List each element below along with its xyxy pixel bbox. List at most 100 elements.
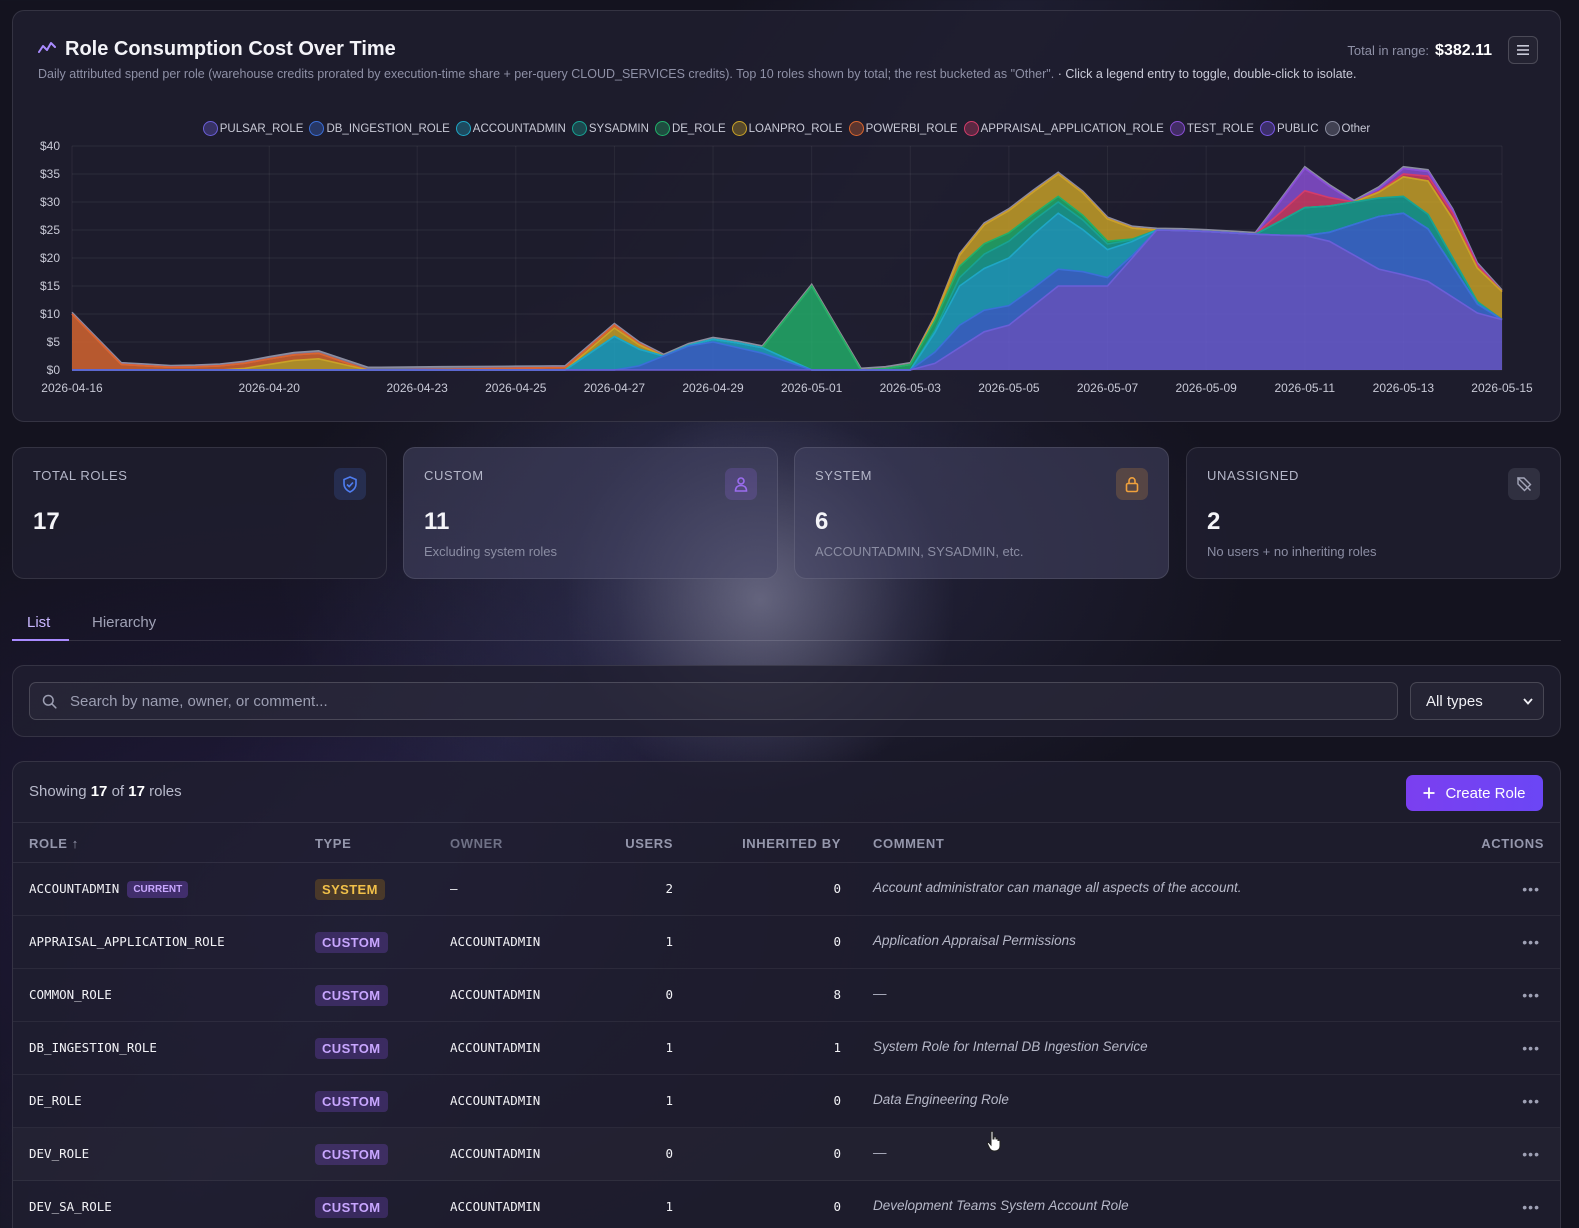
users-count: 1 <box>665 1093 673 1108</box>
legend-swatch <box>963 121 979 136</box>
stat-label: UNASSIGNED <box>1207 468 1299 483</box>
legend-swatch <box>202 121 218 136</box>
column-role[interactable]: ROLE ↑ <box>29 836 79 851</box>
lock-icon <box>1116 468 1148 500</box>
legend-swatch <box>731 121 747 136</box>
row-actions-icon[interactable]: ••• <box>1522 1146 1540 1162</box>
showing-count: 17 <box>90 783 108 800</box>
table-row[interactable]: DEV_SA_ROLE CUSTOM ACCOUNTADMIN 1 0 Developme… <box>13 1181 1560 1228</box>
x-tick-label: 2026-05-01 <box>781 381 843 395</box>
x-tick-label: 2026-05-09 <box>1175 381 1237 395</box>
tab-hierarchy[interactable]: Hierarchy <box>92 614 156 631</box>
row-actions-icon[interactable]: ••• <box>1522 987 1540 1003</box>
stacked-area-chart: $0 $5 $10 $15 $20 $25 $30 $35 $40 2026-04-16 2026-… <box>40 139 1533 395</box>
showing-total: 17 <box>128 783 145 800</box>
x-tick-label: 2026-04-23 <box>386 381 448 395</box>
column-users[interactable]: USERS <box>573 836 673 851</box>
y-tick-label: $20 <box>40 251 60 265</box>
stat-label: TOTAL ROLES <box>33 468 128 483</box>
legend-item[interactable]: PULSAR_ROLE <box>202 121 303 136</box>
owner: ACCOUNTADMIN <box>450 987 541 1002</box>
active-tab-indicator <box>12 639 69 641</box>
owner: ACCOUNTADMIN <box>450 1199 541 1214</box>
showing-suffix: roles <box>149 783 182 800</box>
type-filter-select[interactable]: All types <box>1410 682 1544 720</box>
type-badge: CUSTOM <box>315 985 388 1006</box>
role-name-text: DB_INGESTION_ROLE <box>29 1040 157 1055</box>
inherited-by-count: 0 <box>833 934 841 949</box>
owner: ACCOUNTADMIN <box>450 1093 541 1108</box>
row-actions-icon[interactable]: ••• <box>1522 1199 1540 1215</box>
stat-value: 2 <box>1207 508 1221 535</box>
y-tick-label: $40 <box>40 139 60 153</box>
chart-legend: PULSAR_ROLE DB_INGESTION_ROLE ACCOUNTADMIN… <box>13 121 1560 136</box>
legend-swatch <box>848 121 864 136</box>
table-row[interactable]: ACCOUNTADMIN CURRENT SYSTEM — 2 0 Account admi… <box>13 863 1560 916</box>
column-actions: ACTIONS <box>1481 836 1544 851</box>
inherited-by-count: 8 <box>833 987 841 1002</box>
y-tick-label: $0 <box>47 363 61 377</box>
legend-swatch <box>455 121 471 136</box>
legend-label: DB_INGESTION_ROLE <box>326 122 450 135</box>
total-in-range: Total in range: $382.11 <box>1347 42 1492 60</box>
total-value: $382.11 <box>1435 42 1492 59</box>
legend-item[interactable]: LOANPRO_ROLE <box>731 121 843 136</box>
legend-item[interactable]: ACCOUNTADMIN <box>455 121 566 136</box>
owner: ACCOUNTADMIN <box>450 1040 541 1055</box>
plus-icon <box>1423 787 1435 799</box>
legend-label: APPRAISAL_APPLICATION_ROLE <box>980 122 1164 135</box>
legend-label: DE_ROLE <box>671 122 726 135</box>
legend-item[interactable]: DB_INGESTION_ROLE <box>309 121 450 136</box>
search-icon <box>42 694 57 709</box>
legend-label: SYSADMIN <box>588 122 649 135</box>
table-row[interactable]: APPRAISAL_APPLICATION_ROLE CUSTOM ACCOUNTA… <box>13 916 1560 969</box>
column-type[interactable]: TYPE <box>315 836 351 851</box>
table-header: ROLE ↑ TYPE OWNER USERS INHERITED BY COM… <box>13 822 1560 863</box>
column-inherited-by[interactable]: INHERITED BY <box>713 836 841 851</box>
inherited-by-count: 1 <box>833 1040 841 1055</box>
role-name-text: COMMON_ROLE <box>29 987 112 1002</box>
tag-off-icon <box>1508 468 1540 500</box>
shield-check-icon <box>334 468 366 500</box>
role-name-text: DE_ROLE <box>29 1093 82 1108</box>
row-actions-icon[interactable]: ••• <box>1522 881 1540 897</box>
y-tick-label: $25 <box>40 223 60 237</box>
comment: System Role for Internal DB Ingestion Se… <box>873 1039 1148 1054</box>
chart-menu-button[interactable] <box>1508 36 1538 64</box>
stat-card-system: SYSTEM 6 ACCOUNTADMIN, SYSADMIN, etc. <box>794 447 1169 579</box>
column-comment[interactable]: COMMENT <box>873 836 944 851</box>
table-row[interactable]: DE_ROLE CUSTOM ACCOUNTADMIN 1 0 Data Engineer… <box>13 1075 1560 1128</box>
tab-list[interactable]: List <box>27 614 50 631</box>
legend-item[interactable]: PUBLIC <box>1259 121 1319 136</box>
chart-title: Role Consumption Cost Over Time <box>65 38 396 60</box>
comment: Application Appraisal Permissions <box>873 933 1076 948</box>
legend-label: Other <box>1341 122 1371 135</box>
type-badge: CUSTOM <box>315 1144 388 1165</box>
legend-item[interactable]: Other <box>1324 121 1371 136</box>
row-actions-icon[interactable]: ••• <box>1522 934 1540 950</box>
create-role-button[interactable]: Create Role <box>1406 775 1543 811</box>
search-input[interactable] <box>70 683 1370 719</box>
role-name-text: ACCOUNTADMIN <box>29 881 120 896</box>
users-count: 2 <box>665 881 673 896</box>
stat-value: 6 <box>815 508 829 535</box>
legend-item[interactable]: APPRAISAL_APPLICATION_ROLE <box>963 121 1164 136</box>
legend-item[interactable]: SYSADMIN <box>571 121 649 136</box>
stat-value: 11 <box>424 508 450 535</box>
row-actions-icon[interactable]: ••• <box>1522 1093 1540 1109</box>
table-row[interactable]: DEV_ROLE CUSTOM ACCOUNTADMIN 0 0 — ••• <box>13 1128 1560 1181</box>
row-actions-icon[interactable]: ••• <box>1522 1040 1540 1056</box>
table-row[interactable]: DB_INGESTION_ROLE CUSTOM ACCOUNTADMIN 1 1 Sys… <box>13 1022 1560 1075</box>
stat-card-total-roles: TOTAL ROLES 17 <box>12 447 387 579</box>
table-row[interactable]: COMMON_ROLE CUSTOM ACCOUNTADMIN 0 8 — ••• <box>13 969 1560 1022</box>
x-tick-label: 2026-04-29 <box>682 381 744 395</box>
legend-swatch <box>1259 121 1275 136</box>
legend-item[interactable]: TEST_ROLE <box>1169 121 1254 136</box>
column-owner[interactable]: OWNER <box>450 836 503 851</box>
legend-item[interactable]: DE_ROLE <box>654 121 726 136</box>
y-tick-label: $5 <box>47 335 61 349</box>
users-count: 1 <box>665 1199 673 1214</box>
chart-subtitle: Daily attributed spend per role (warehou… <box>38 66 1363 82</box>
x-tick-label: 2026-05-13 <box>1373 381 1435 395</box>
legend-item[interactable]: POWERBI_ROLE <box>848 121 958 136</box>
